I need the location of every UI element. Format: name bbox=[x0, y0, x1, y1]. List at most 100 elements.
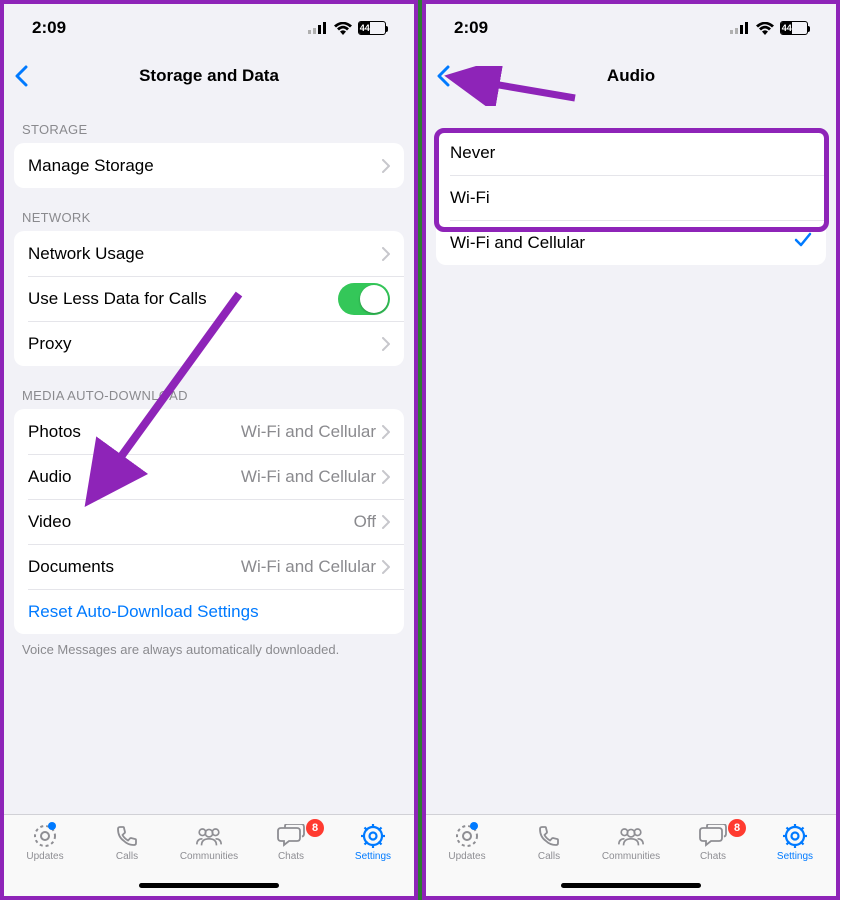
section-header-network: NETWORK bbox=[4, 188, 414, 231]
row-proxy[interactable]: Proxy bbox=[14, 321, 404, 366]
back-button[interactable] bbox=[14, 65, 28, 87]
row-label: Photos bbox=[28, 422, 241, 442]
nav-header-left: Storage and Data bbox=[4, 52, 414, 100]
phone-icon bbox=[113, 823, 141, 849]
toggle-switch[interactable] bbox=[338, 283, 390, 315]
row-label: Video bbox=[28, 512, 354, 532]
chevron-left-icon bbox=[436, 65, 450, 87]
page-title: Audio bbox=[607, 66, 655, 86]
row-label: Proxy bbox=[28, 334, 382, 354]
wifi-icon bbox=[334, 22, 352, 35]
row-label: Wi-Fi bbox=[450, 188, 812, 208]
row-documents[interactable]: Documents Wi-Fi and Cellular bbox=[14, 544, 404, 589]
gear-icon bbox=[781, 823, 809, 849]
section-header-media: MEDIA AUTO-DOWNLOAD bbox=[4, 366, 414, 409]
gear-icon bbox=[359, 823, 387, 849]
cellular-icon bbox=[308, 22, 328, 34]
content-left[interactable]: STORAGE Manage Storage NETWORK Network U… bbox=[4, 100, 414, 814]
tab-label: Communities bbox=[602, 851, 660, 862]
content-right[interactable]: Never Wi-Fi Wi-Fi and Cellular bbox=[426, 100, 836, 814]
notification-dot-icon bbox=[48, 822, 56, 830]
chevron-right-icon bbox=[382, 515, 390, 529]
status-bar: 2:09 44 bbox=[426, 4, 836, 52]
row-label: Audio bbox=[28, 467, 241, 487]
phone-left: 2:09 44 Storage and Data STORAGE Manage … bbox=[0, 0, 418, 900]
row-value: Off bbox=[354, 512, 376, 532]
chevron-right-icon bbox=[382, 425, 390, 439]
row-label: Wi-Fi and Cellular bbox=[450, 233, 794, 253]
status-time: 2:09 bbox=[32, 18, 66, 38]
row-link-label: Reset Auto-Download Settings bbox=[28, 602, 390, 622]
chevron-right-icon bbox=[382, 247, 390, 261]
chats-icon bbox=[699, 823, 727, 849]
group-network: Network Usage Use Less Data for Calls Pr… bbox=[14, 231, 404, 366]
tab-settings[interactable]: Settings bbox=[332, 823, 414, 896]
row-value: Wi-Fi and Cellular bbox=[241, 557, 376, 577]
chevron-left-icon bbox=[14, 65, 28, 87]
tab-label: Updates bbox=[26, 851, 63, 862]
row-label: Network Usage bbox=[28, 244, 382, 264]
row-video[interactable]: Video Off bbox=[14, 499, 404, 544]
badge: 8 bbox=[728, 819, 746, 837]
row-audio[interactable]: Audio Wi-Fi and Cellular bbox=[14, 454, 404, 499]
row-value: Wi-Fi and Cellular bbox=[241, 467, 376, 487]
battery-level: 44 bbox=[781, 22, 792, 34]
row-label: Use Less Data for Calls bbox=[28, 289, 338, 309]
row-reset-auto-download[interactable]: Reset Auto-Download Settings bbox=[14, 589, 404, 634]
group-media: Photos Wi-Fi and Cellular Audio Wi-Fi an… bbox=[14, 409, 404, 634]
badge: 8 bbox=[306, 819, 324, 837]
updates-icon bbox=[453, 823, 481, 849]
communities-icon bbox=[195, 823, 223, 849]
section-header-storage: STORAGE bbox=[4, 100, 414, 143]
row-option-wifi-cellular[interactable]: Wi-Fi and Cellular bbox=[436, 220, 826, 265]
row-option-wifi[interactable]: Wi-Fi bbox=[436, 175, 826, 220]
chats-icon bbox=[277, 823, 305, 849]
back-button[interactable] bbox=[436, 65, 450, 87]
page-title: Storage and Data bbox=[139, 66, 279, 86]
notification-dot-icon bbox=[470, 822, 478, 830]
status-right: 44 bbox=[308, 21, 386, 35]
chevron-right-icon bbox=[382, 560, 390, 574]
communities-icon bbox=[617, 823, 645, 849]
row-manage-storage[interactable]: Manage Storage bbox=[14, 143, 404, 188]
tab-updates[interactable]: Updates bbox=[426, 823, 508, 896]
group-audio-options: Never Wi-Fi Wi-Fi and Cellular bbox=[436, 130, 826, 265]
row-label: Manage Storage bbox=[28, 156, 382, 176]
updates-icon bbox=[31, 823, 59, 849]
phone-right: 2:09 44 Audio Never Wi-F bbox=[422, 0, 840, 900]
tab-label: Settings bbox=[777, 851, 813, 862]
checkmark-icon bbox=[794, 231, 812, 254]
tab-label: Updates bbox=[448, 851, 485, 862]
row-less-data[interactable]: Use Less Data for Calls bbox=[14, 276, 404, 321]
tab-label: Chats bbox=[278, 851, 304, 862]
status-right: 44 bbox=[730, 21, 808, 35]
row-label: Documents bbox=[28, 557, 241, 577]
tab-updates[interactable]: Updates bbox=[4, 823, 86, 896]
row-value: Wi-Fi and Cellular bbox=[241, 422, 376, 442]
row-label: Never bbox=[450, 143, 812, 163]
cellular-icon bbox=[730, 22, 750, 34]
nav-header-right: Audio bbox=[426, 52, 836, 100]
battery-icon: 44 bbox=[780, 21, 808, 35]
chevron-right-icon bbox=[382, 159, 390, 173]
phone-icon bbox=[535, 823, 563, 849]
battery-icon: 44 bbox=[358, 21, 386, 35]
row-photos[interactable]: Photos Wi-Fi and Cellular bbox=[14, 409, 404, 454]
footnote-media: Voice Messages are always automatically … bbox=[4, 634, 414, 657]
chevron-right-icon bbox=[382, 470, 390, 484]
tab-label: Settings bbox=[355, 851, 391, 862]
status-bar: 2:09 44 bbox=[4, 4, 414, 52]
home-indicator[interactable] bbox=[139, 883, 279, 888]
tab-label: Calls bbox=[116, 851, 138, 862]
chevron-right-icon bbox=[382, 337, 390, 351]
row-option-never[interactable]: Never bbox=[436, 130, 826, 175]
status-time: 2:09 bbox=[454, 18, 488, 38]
tab-settings[interactable]: Settings bbox=[754, 823, 836, 896]
tab-label: Chats bbox=[700, 851, 726, 862]
battery-level: 44 bbox=[359, 22, 370, 34]
group-storage: Manage Storage bbox=[14, 143, 404, 188]
home-indicator[interactable] bbox=[561, 883, 701, 888]
row-network-usage[interactable]: Network Usage bbox=[14, 231, 404, 276]
wifi-icon bbox=[756, 22, 774, 35]
tab-label: Calls bbox=[538, 851, 560, 862]
